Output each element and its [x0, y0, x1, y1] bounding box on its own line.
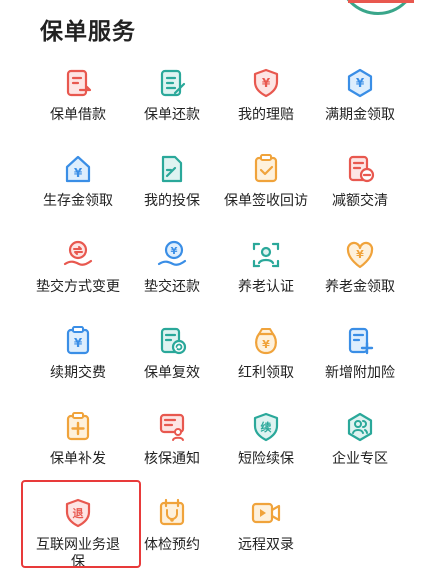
service-item[interactable]: 保单签收回访 — [216, 144, 316, 224]
service-item[interactable]: ¥ 垫交还款 — [122, 230, 222, 310]
hand-yuan-icon: ¥ — [155, 238, 189, 272]
document-plus-icon — [343, 324, 377, 358]
yuan-shield-icon: ¥ — [249, 66, 283, 100]
clipboard-check-icon — [249, 152, 283, 186]
page-title: 保单服务 — [40, 19, 136, 45]
document-pen-icon — [155, 152, 189, 186]
service-item[interactable]: 企业专区 — [310, 402, 410, 482]
svg-text:¥: ¥ — [74, 166, 83, 180]
clipboard-plus-icon — [61, 410, 95, 444]
service-item[interactable]: 养老认证 — [216, 230, 316, 310]
svg-text:¥: ¥ — [171, 246, 178, 257]
service-item[interactable]: 核保通知 — [122, 402, 222, 482]
video-record-icon — [249, 496, 283, 530]
service-label: 减额交清 — [332, 193, 388, 209]
face-scan-icon — [249, 238, 283, 272]
yuan-house-icon: ¥ — [61, 152, 95, 186]
service-item[interactable]: 减额交清 — [310, 144, 410, 224]
clipboard-yuan-icon: ¥ — [61, 324, 95, 358]
service-item[interactable]: 垫交方式变更 — [28, 230, 128, 310]
svg-text:¥: ¥ — [356, 248, 364, 261]
service-item[interactable]: ¥ 生存金领取 — [28, 144, 128, 224]
service-label: 养老金领取 — [325, 279, 395, 295]
service-item[interactable]: ¥ 我的理赔 — [216, 58, 316, 138]
document-refresh-icon — [155, 324, 189, 358]
service-item[interactable]: ¥ 满期金领取 — [310, 58, 410, 138]
decorative-stripe — [348, 0, 414, 3]
svg-text:续: 续 — [261, 420, 272, 434]
service-label: 新增附加险 — [325, 365, 395, 381]
enterprise-users-icon — [343, 410, 377, 444]
service-item[interactable]: 新增附加险 — [310, 316, 410, 396]
service-item[interactable]: 我的投保 — [122, 144, 222, 224]
service-item[interactable]: ¥ 养老金领取 — [310, 230, 410, 310]
calendar-stethoscope-icon — [155, 496, 189, 530]
document-money-icon — [61, 66, 95, 100]
service-item[interactable]: 远程双录 — [216, 488, 316, 568]
service-label: 企业专区 — [332, 451, 388, 467]
service-item[interactable]: 保单补发 — [28, 402, 128, 482]
service-item[interactable]: ¥ 红利领取 — [216, 316, 316, 396]
document-minus-icon — [343, 152, 377, 186]
svg-text:¥: ¥ — [262, 338, 270, 351]
service-item[interactable]: ¥ 续期交费 — [28, 316, 128, 396]
service-label: 远程双录 — [238, 537, 294, 553]
document-edit-icon — [155, 66, 189, 100]
hand-exchange-icon — [61, 238, 95, 272]
service-item[interactable]: 保单借款 — [28, 58, 128, 138]
yuan-bag-icon: ¥ — [249, 324, 283, 358]
mail-user-icon — [155, 410, 189, 444]
yuan-hexagon-icon: ¥ — [343, 66, 377, 100]
service-item[interactable]: 保单还款 — [122, 58, 222, 138]
service-item[interactable]: 保单复效 — [122, 316, 222, 396]
shield-renew-icon: 续 — [249, 410, 283, 444]
yuan-heart-icon: ¥ — [343, 238, 377, 272]
service-label: 满期金领取 — [325, 107, 395, 123]
svg-text:¥: ¥ — [74, 336, 83, 350]
service-item[interactable]: 续短险续保 — [216, 402, 316, 482]
selection-highlight-box — [21, 480, 141, 568]
svg-text:¥: ¥ — [356, 76, 365, 90]
svg-text:¥: ¥ — [262, 76, 271, 90]
